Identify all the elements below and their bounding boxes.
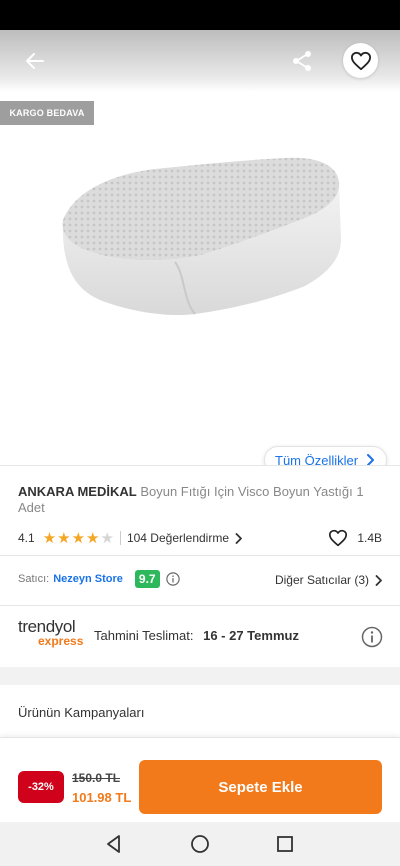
delivery-dates: 16 - 27 Temmuz xyxy=(203,628,299,643)
product-gallery[interactable]: KARGO BEDAVA Tüm Özellikler xyxy=(0,30,400,465)
delivery-row: trendyol express Tahmini Teslimat: 16 - … xyxy=(0,605,400,667)
discount-badge: -32% xyxy=(18,771,64,803)
back-button[interactable] xyxy=(20,46,50,76)
purchase-bar: -32% 150.0 TL 101.98 TL Sepete Ekle xyxy=(0,737,400,822)
star-icon: ★ xyxy=(57,529,71,547)
logo-line-2: express xyxy=(38,634,84,648)
info-icon[interactable] xyxy=(165,572,180,586)
star-icon: ★ xyxy=(42,529,57,547)
reviews-link[interactable]: 104 Değerlendirme xyxy=(127,531,242,545)
seller-row: Satıcı: Nezeyn Store 9.7 Diğer Satıcılar… xyxy=(0,555,400,605)
product-title: ANKARA MEDİKAL Boyun Fıtığı Için Visco B… xyxy=(18,484,378,516)
free-shipping-badge: KARGO BEDAVA xyxy=(0,101,94,125)
delivery-label: Tahmini Teslimat: xyxy=(94,628,194,643)
other-sellers-link[interactable]: Diğer Satıcılar (3) xyxy=(275,573,382,587)
share-icon xyxy=(293,51,311,71)
chevron-right-icon xyxy=(235,532,242,544)
campaigns-section[interactable]: Ürünün Kampanyaları xyxy=(0,685,400,737)
product-brand[interactable]: ANKARA MEDİKAL xyxy=(18,484,137,499)
campaigns-title: Ürünün Kampanyaları xyxy=(18,705,145,720)
add-to-cart-button[interactable]: Sepete Ekle xyxy=(139,760,382,814)
gallery-header-shade xyxy=(0,30,400,92)
recents-square-icon[interactable] xyxy=(274,833,296,855)
section-gap xyxy=(0,667,400,685)
all-features-label: Tüm Özellikler xyxy=(275,452,359,466)
info-icon[interactable] xyxy=(361,626,383,648)
star-icon: ★ xyxy=(86,529,100,547)
chevron-right-icon xyxy=(367,454,375,465)
product-info: ANKARA MEDİKAL Boyun Fıtığı Için Visco B… xyxy=(0,465,400,555)
chevron-right-icon xyxy=(375,574,382,586)
back-triangle-icon[interactable] xyxy=(103,833,125,855)
favorite-button[interactable] xyxy=(343,43,378,78)
product-image xyxy=(62,157,341,316)
current-price: 101.98 TL xyxy=(72,790,132,805)
review-count: 104 Değerlendirme xyxy=(126,531,230,545)
rating-row: 4.1 ★ ★ ★ ★ ★ 104 Değerlendirme 1.4B xyxy=(18,528,382,548)
logo-line-1: trendyol xyxy=(18,617,76,636)
heart-outline-icon xyxy=(329,529,348,547)
seller-info: Satıcı: Nezeyn Store 9.7 xyxy=(18,570,180,588)
trendyol-express-logo: trendyol express xyxy=(18,617,84,648)
system-navigation-bar xyxy=(0,822,400,866)
status-bar xyxy=(0,0,400,30)
favorite-count: 1.4B xyxy=(357,531,382,545)
old-price: 150.0 TL xyxy=(72,771,121,785)
seller-label: Satıcı: xyxy=(18,573,50,585)
other-sellers-label: Diğer Satıcılar (3) xyxy=(274,573,369,587)
estimated-delivery: Tahmini Teslimat: 16 - 27 Temmuz xyxy=(94,628,299,643)
arrow-left-icon xyxy=(26,53,44,69)
all-features-button[interactable]: Tüm Özellikler xyxy=(264,446,388,466)
star-icon: ★ xyxy=(100,529,114,547)
seller-score-badge: 9.7 xyxy=(134,570,160,588)
home-circle-icon[interactable] xyxy=(189,833,211,855)
star-icon: ★ xyxy=(71,529,86,547)
seller-name-link[interactable]: Nezeyn Store xyxy=(53,573,123,585)
share-button[interactable] xyxy=(287,46,317,76)
rating-value: 4.1 xyxy=(18,531,35,545)
rating-stars: ★ ★ ★ ★ ★ xyxy=(43,531,114,546)
heart-outline-icon xyxy=(350,51,371,70)
divider xyxy=(119,531,121,545)
favorite-count-button[interactable]: 1.4B xyxy=(328,529,382,547)
